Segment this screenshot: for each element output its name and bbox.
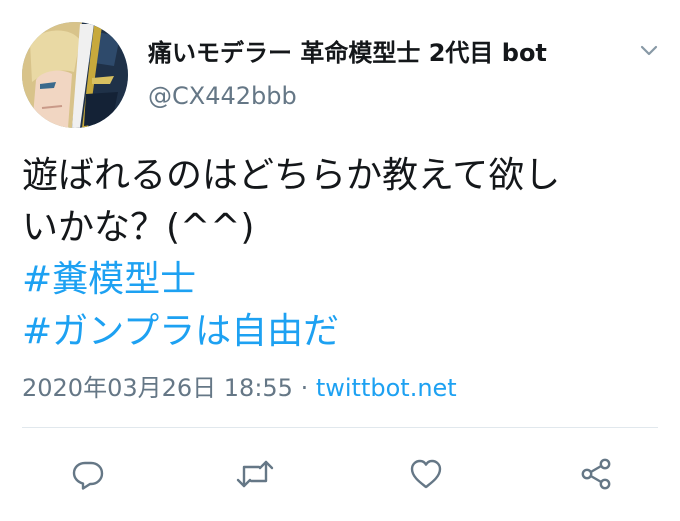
like-button[interactable] (404, 452, 448, 496)
tweet-text: 遊ばれるのはどちらか教えて欲し いかな？(^^) #糞模型士 #ガンプラは自由だ (22, 150, 662, 358)
chevron-down-icon[interactable] (634, 36, 664, 66)
timestamp[interactable]: 2020年03月26日 18:55 (22, 374, 293, 402)
display-name[interactable]: 痛いモデラー 革命模型士 2代目 bot (148, 33, 547, 68)
user-handle[interactable]: @CX442bbb (148, 82, 297, 110)
reply-button[interactable] (66, 452, 110, 496)
retweet-icon (236, 460, 274, 488)
reply-icon (72, 461, 104, 490)
tweet-meta: 2020年03月26日 18:55 · twittbot.net (22, 368, 457, 403)
tweet-text-line: いかな？(^^) (22, 207, 255, 248)
share-button[interactable] (574, 452, 618, 496)
retweet-button[interactable] (233, 452, 277, 496)
hashtag-link[interactable]: #糞模型士 (22, 254, 662, 306)
avatar[interactable] (22, 22, 128, 128)
hashtag-link[interactable]: #ガンプラは自由だ (22, 306, 662, 358)
tweet-text-line: 遊ばれるのはどちらか教えて欲し (22, 155, 561, 196)
meta-separator: · (292, 374, 316, 402)
divider (22, 427, 658, 428)
tweet-card: 痛いモデラー 革命模型士 2代目 bot @CX442bbb 遊ばれるのはどちら… (0, 0, 680, 521)
heart-icon (410, 459, 442, 489)
share-icon (581, 458, 611, 490)
source-link[interactable]: twittbot.net (316, 374, 457, 402)
